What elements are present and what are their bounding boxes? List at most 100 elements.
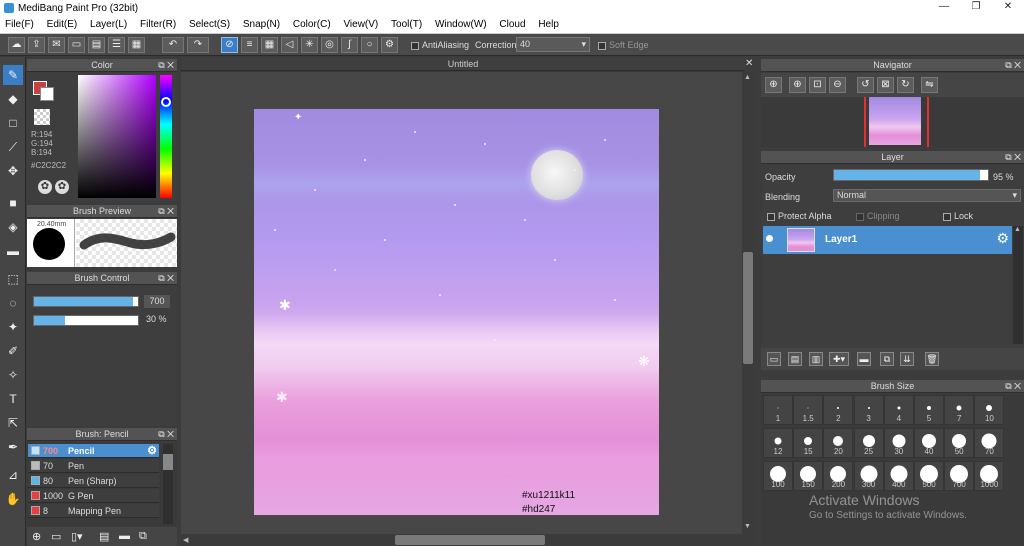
clipping-checkbox[interactable] [856, 212, 864, 221]
layer-opacity-slider[interactable] [833, 169, 989, 181]
brush-size-option[interactable]: 300 [853, 461, 884, 491]
transparent-color-swatch[interactable] [34, 109, 50, 125]
hand-tool-icon[interactable]: ✋ [3, 489, 23, 509]
menu-tool[interactable]: Tool(T) [386, 17, 427, 30]
snap-off-icon[interactable]: ⊘ [221, 37, 238, 53]
layer-folder-icon[interactable]: ▬ [857, 352, 871, 366]
menu-filter[interactable]: Filter(R) [135, 17, 181, 30]
zoom-in-alt-icon[interactable]: ⊕ [789, 77, 806, 93]
vertical-scroll-thumb[interactable] [743, 252, 753, 364]
new-8bit-layer-icon[interactable]: ▥ [809, 352, 823, 366]
reset-rotation-icon[interactable]: ⊠ [877, 77, 894, 93]
layer-scrollbar[interactable]: ▲ [1013, 226, 1023, 344]
brush-size-value[interactable]: 700 [144, 295, 170, 308]
scroll-up-icon[interactable]: ▲ [744, 74, 751, 81]
close-icon[interactable]: ✕ [745, 58, 753, 69]
scroll-up-icon[interactable]: ▲ [1014, 226, 1021, 233]
zoom-in-icon[interactable]: ⊕ [765, 77, 782, 93]
brush-size-option[interactable]: 100 [763, 461, 793, 491]
bucket-tool-icon[interactable]: ◈ [3, 217, 23, 237]
delete-layer-icon[interactable]: 🗑 [925, 352, 939, 366]
brush-size-option[interactable]: 3 [853, 395, 884, 425]
close-icon[interactable]: ⧉ ✕ [1005, 380, 1021, 393]
brush-item-mapping-pen[interactable]: 8 Mapping Pen [28, 504, 159, 518]
gear-icon[interactable]: ⚙ [996, 230, 1009, 247]
navigator-preview[interactable] [761, 97, 1024, 147]
snap-grid-icon[interactable]: ▦ [261, 37, 278, 53]
add-layer-menu-icon[interactable]: ✚▾ [829, 352, 849, 366]
brush-size-option[interactable]: 25 [853, 428, 884, 458]
lock-checkbox[interactable] [943, 212, 951, 221]
blending-select[interactable]: Normal ▾ [833, 189, 1021, 202]
brush-item-pen-sharp[interactable]: 80 Pen (Sharp) [28, 474, 159, 488]
brush-size-option[interactable]: 30 [883, 428, 914, 458]
brush-size-option[interactable]: 40 [914, 428, 944, 458]
horizontal-scroll-thumb[interactable] [395, 535, 545, 545]
brush-size-option[interactable]: 5 [914, 395, 944, 425]
lasso-tool-icon[interactable]: ◌ [3, 293, 23, 313]
redo-icon[interactable]: ↷ [187, 37, 209, 53]
palette-icon[interactable]: ✿ [38, 180, 52, 194]
snap-circle-icon[interactable]: ○ [361, 37, 378, 53]
rotate-right-icon[interactable]: ↻ [897, 77, 914, 93]
brush-size-option[interactable]: 4 [883, 395, 914, 425]
maximize-button[interactable]: ❐ [962, 1, 990, 16]
operation-tool-icon[interactable]: ⇱ [3, 413, 23, 433]
brush-size-option[interactable]: 70 [974, 428, 1005, 458]
eyedropper-tool-icon[interactable]: ⊿ [3, 465, 23, 485]
menu-layer[interactable]: Layer(L) [85, 17, 132, 30]
menu-snap[interactable]: Snap(N) [238, 17, 285, 30]
brush-size-option[interactable]: 20 [823, 428, 854, 458]
brush-tool-icon[interactable]: ✎ [3, 65, 23, 85]
brush-size-option[interactable]: 50 [944, 428, 975, 458]
lock-toggle[interactable]: Lock [943, 211, 973, 221]
new-file-icon[interactable]: ▭ [68, 37, 85, 53]
brush-size-option[interactable]: 400 [883, 461, 914, 491]
close-icon[interactable]: ⧉ ✕ [1005, 59, 1021, 72]
gear-icon[interactable]: ⚙ [147, 444, 157, 458]
grid-icon[interactable]: ▦ [128, 37, 145, 53]
close-icon[interactable]: ⧉ ✕ [158, 205, 174, 218]
list-icon[interactable]: ☰ [108, 37, 125, 53]
rectangle-tool-icon[interactable]: □ [3, 113, 23, 133]
soft-edge-toggle[interactable]: Soft Edge [598, 40, 649, 50]
brush-list-scrollbar[interactable] [163, 444, 173, 524]
snap-parallel-icon[interactable]: ≡ [241, 37, 258, 53]
canvas-horizontal-scrollbar[interactable]: ◀ [181, 534, 755, 546]
protect-alpha-toggle[interactable]: Protect Alpha [767, 211, 832, 221]
document-icon[interactable]: ▤ [88, 37, 105, 53]
select-pen-tool-icon[interactable]: ✐ [3, 341, 23, 361]
menu-cloud[interactable]: Cloud [494, 17, 530, 30]
close-icon[interactable]: ⧉ ✕ [158, 428, 174, 441]
palette-add-icon[interactable]: ✿ [55, 180, 69, 194]
tab-untitled[interactable]: Untitled [181, 57, 745, 71]
fit-icon[interactable]: ⊡ [809, 77, 826, 93]
antialiasing-checkbox[interactable] [411, 41, 419, 50]
hue-slider[interactable] [160, 75, 172, 198]
brush-size-option[interactable]: 10 [974, 395, 1005, 425]
menu-help[interactable]: Help [533, 17, 564, 30]
brush-item-g-pen[interactable]: 1000 G Pen [28, 489, 159, 503]
chat-icon[interactable]: ✉ [48, 37, 65, 53]
brush-list-scroll-thumb[interactable] [163, 454, 173, 470]
layer-row-layer1[interactable]: Layer1 ⚙ [763, 226, 1012, 254]
brush-size-option[interactable]: 500 [914, 461, 944, 491]
fill-rect-tool-icon[interactable]: ■ [3, 193, 23, 213]
document-canvas[interactable]: ✦ ✱ ✱ ❋ #xu1211k11 #hd247 [254, 109, 659, 515]
antialiasing-toggle[interactable]: AntiAliasing [411, 40, 469, 50]
undo-icon[interactable]: ↶ [162, 37, 184, 53]
menu-file[interactable]: File(F) [0, 17, 39, 30]
brush-size-option[interactable]: 1 [763, 395, 793, 425]
brush-copy-icon[interactable]: ▯▾ [71, 530, 83, 543]
soft-edge-checkbox[interactable] [598, 41, 606, 50]
close-icon[interactable]: ⧉ ✕ [1005, 151, 1021, 164]
brush-size-option[interactable]: 1000 [974, 461, 1005, 491]
snap-curve-icon[interactable]: ∫ [341, 37, 358, 53]
minimize-button[interactable]: — [930, 1, 958, 16]
canvas-vertical-scrollbar[interactable]: ▲ ▼ [742, 72, 754, 534]
clipping-toggle[interactable]: Clipping [856, 211, 900, 221]
close-icon[interactable]: ⧉ ✕ [158, 59, 174, 72]
snap-concentric-icon[interactable]: ◎ [321, 37, 338, 53]
menu-color[interactable]: Color(C) [288, 17, 336, 30]
background-color-swatch[interactable] [40, 87, 54, 101]
